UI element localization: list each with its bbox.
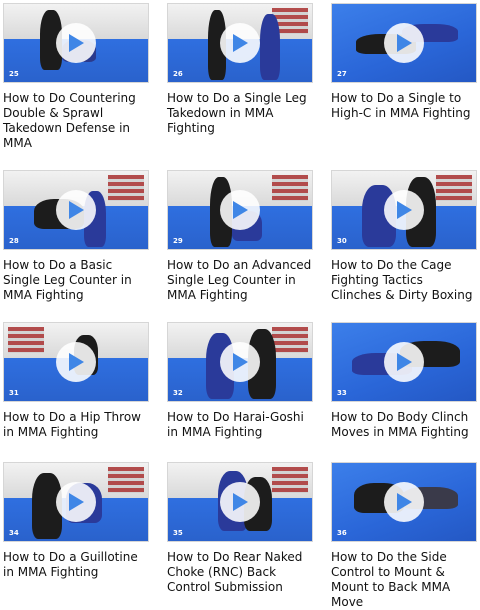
video-card-34[interactable]: 34 How to Do a Guillotine in MMA Fightin… — [3, 462, 149, 580]
video-number: 32 — [173, 389, 183, 397]
play-icon — [397, 34, 412, 52]
play-icon — [233, 493, 248, 511]
video-grid: 25 How to Do Countering Double & Sprawl … — [0, 0, 480, 609]
video-number: 29 — [173, 237, 183, 245]
play-button[interactable] — [384, 342, 424, 382]
video-card-36[interactable]: 36 How to Do the Side Control to Mount &… — [331, 462, 477, 610]
video-title[interactable]: How to Do a Single Leg Takedown in MMA F… — [167, 91, 313, 136]
video-card-28[interactable]: 28 How to Do a Basic Single Leg Counter … — [3, 170, 149, 303]
video-card-26[interactable]: 26 How to Do a Single Leg Takedown in MM… — [167, 3, 313, 136]
video-number: 33 — [337, 389, 347, 397]
video-number: 25 — [9, 70, 19, 78]
video-card-33[interactable]: 33 How to Do Body Clinch Moves in MMA Fi… — [331, 322, 477, 440]
play-button[interactable] — [56, 482, 96, 522]
play-button[interactable] — [220, 190, 260, 230]
video-title[interactable]: How to Do Countering Double & Sprawl Tak… — [3, 91, 149, 151]
play-icon — [233, 353, 248, 371]
video-thumbnail[interactable]: 29 — [167, 170, 313, 250]
video-card-25[interactable]: 25 How to Do Countering Double & Sprawl … — [3, 3, 149, 151]
video-thumbnail[interactable]: 25 — [3, 3, 149, 83]
video-title[interactable]: How to Do a Single to High-C in MMA Figh… — [331, 91, 477, 121]
video-card-27[interactable]: 27 How to Do a Single to High-C in MMA F… — [331, 3, 477, 121]
video-card-35[interactable]: 35 How to Do Rear Naked Choke (RNC) Back… — [167, 462, 313, 595]
video-number: 27 — [337, 70, 347, 78]
video-title[interactable]: How to Do Harai-Goshi in MMA Fighting — [167, 410, 313, 440]
video-thumbnail[interactable]: 36 — [331, 462, 477, 542]
play-icon — [233, 201, 248, 219]
video-title[interactable]: How to Do Body Clinch Moves in MMA Fight… — [331, 410, 477, 440]
video-title[interactable]: How to Do a Guillotine in MMA Fighting — [3, 550, 149, 580]
play-icon — [69, 34, 84, 52]
video-number: 31 — [9, 389, 19, 397]
video-thumbnail[interactable]: 32 — [167, 322, 313, 402]
video-number: 30 — [337, 237, 347, 245]
play-button[interactable] — [384, 190, 424, 230]
play-button[interactable] — [384, 482, 424, 522]
video-thumbnail[interactable]: 33 — [331, 322, 477, 402]
play-icon — [69, 353, 84, 371]
play-button[interactable] — [56, 342, 96, 382]
video-card-30[interactable]: 30 How to Do the Cage Fighting Tactics C… — [331, 170, 477, 303]
play-button[interactable] — [220, 482, 260, 522]
play-icon — [397, 353, 412, 371]
video-thumbnail[interactable]: 34 — [3, 462, 149, 542]
play-icon — [233, 34, 248, 52]
video-card-29[interactable]: 29 How to Do an Advanced Single Leg Coun… — [167, 170, 313, 303]
video-thumbnail[interactable]: 27 — [331, 3, 477, 83]
play-icon — [69, 201, 84, 219]
video-thumbnail[interactable]: 26 — [167, 3, 313, 83]
video-title[interactable]: How to Do the Cage Fighting Tactics Clin… — [331, 258, 477, 303]
video-number: 34 — [9, 529, 19, 537]
video-title[interactable]: How to Do Rear Naked Choke (RNC) Back Co… — [167, 550, 313, 595]
video-title[interactable]: How to Do a Basic Single Leg Counter in … — [3, 258, 149, 303]
video-thumbnail[interactable]: 28 — [3, 170, 149, 250]
play-button[interactable] — [220, 23, 260, 63]
play-icon — [69, 493, 84, 511]
video-title[interactable]: How to Do an Advanced Single Leg Counter… — [167, 258, 313, 303]
play-button[interactable] — [384, 23, 424, 63]
play-icon — [397, 201, 412, 219]
play-button[interactable] — [56, 190, 96, 230]
video-title[interactable]: How to Do a Hip Throw in MMA Fighting — [3, 410, 149, 440]
play-button[interactable] — [220, 342, 260, 382]
video-thumbnail[interactable]: 31 — [3, 322, 149, 402]
video-title[interactable]: How to Do the Side Control to Mount & Mo… — [331, 550, 477, 610]
video-number: 26 — [173, 70, 183, 78]
video-number: 36 — [337, 529, 347, 537]
video-card-32[interactable]: 32 How to Do Harai-Goshi in MMA Fighting — [167, 322, 313, 440]
video-card-31[interactable]: 31 How to Do a Hip Throw in MMA Fighting — [3, 322, 149, 440]
play-icon — [397, 493, 412, 511]
play-button[interactable] — [56, 23, 96, 63]
video-number: 28 — [9, 237, 19, 245]
video-number: 35 — [173, 529, 183, 537]
video-thumbnail[interactable]: 30 — [331, 170, 477, 250]
video-thumbnail[interactable]: 35 — [167, 462, 313, 542]
